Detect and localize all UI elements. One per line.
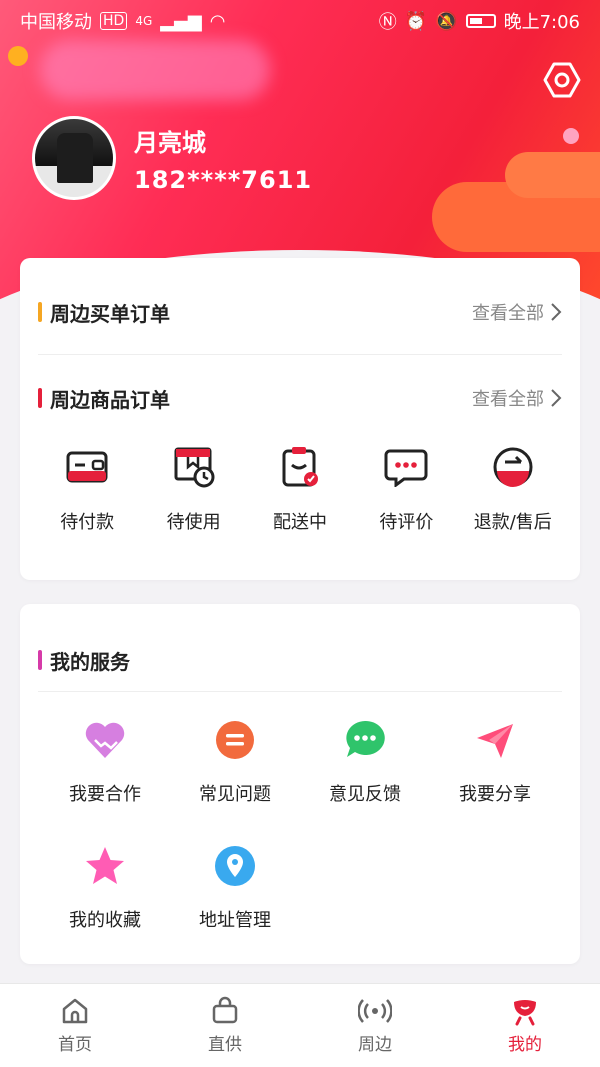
view-all-link[interactable]: 查看全部 [472,385,562,411]
refund-icon [493,447,533,487]
nearby-purchase-orders-row[interactable]: 周边买单订单 查看全部 [38,292,562,332]
service-label: 我要合作 [69,784,141,805]
user-name: 月亮城 [134,128,206,157]
faq-icon [216,721,254,759]
wallet-icon [66,451,108,483]
user-phone: 182****7611 [134,165,313,194]
service-label: 地址管理 [199,910,271,931]
order-in-delivery[interactable]: 配送中 [250,444,350,534]
nearby-goods-orders-row[interactable]: 周边商品订单 查看全部 [38,378,562,418]
carrier-label: 中国移动 [20,12,92,33]
signal-bars-icon: ▂▄▆ [160,10,202,32]
order-label: 待付款 [60,512,115,533]
clock-time: 晚上7:06 [503,12,580,33]
order-to-review[interactable]: 待评价 [356,444,456,534]
nav-nearby[interactable]: 周边 [300,984,450,1067]
order-label: 配送中 [272,512,327,533]
section-title: 周边买单订单 [50,301,170,326]
decor-dot [563,128,579,144]
nav-direct-supply[interactable]: 直供 [150,984,300,1067]
divider [38,354,562,355]
bag-icon [212,996,238,1024]
service-cooperate[interactable]: 我要合作 [40,716,170,806]
bottom-navigation: 首页 直供 周边 我的 [0,983,600,1067]
service-label: 我的收藏 [69,910,141,931]
order-label: 待评价 [379,512,434,533]
alarm-icon: ⏰ [404,10,428,32]
services-grid: 我要合作 常见问题 意见反馈 我要分享 我的收藏 地址管理 [40,716,560,932]
star-icon [86,847,124,884]
home-icon [62,998,88,1024]
view-all-link[interactable]: 查看全部 [472,299,562,325]
gear-icon [543,62,581,98]
decor-dot [8,46,28,66]
view-all-label: 查看全部 [472,389,544,410]
package-clock-icon [174,447,215,488]
service-faq[interactable]: 常见问题 [170,716,300,806]
location-icon [215,846,255,886]
nfc-icon: Ⓝ [378,12,397,33]
decor-blob [505,152,600,198]
network-label: 4G [135,14,153,28]
services-card: 我的服务 我要合作 常见问题 意见反馈 我要分享 我的收藏 地址管理 [20,604,580,964]
section-title: 周边商品订单 [50,387,170,412]
user-profile[interactable]: 月亮城 182****7611 [32,116,312,200]
order-label: 待使用 [166,512,221,533]
nav-label: 直供 [208,1035,242,1055]
hd-badge: HD [100,12,128,30]
divider [38,691,562,692]
mine-icon [514,1000,536,1026]
battery-icon [465,14,496,28]
service-address[interactable]: 地址管理 [170,842,300,932]
mute-icon: 🔕 [435,10,458,32]
order-to-use[interactable]: 待使用 [144,444,244,534]
order-label: 退款/售后 [473,512,552,533]
signal-icon [358,999,392,1023]
service-label: 常见问题 [199,784,271,805]
wifi-icon: ◠ [209,10,226,32]
handshake-icon [85,722,125,758]
chat-bubble-icon [384,449,428,487]
status-bar: 中国移动 HD 4G ▂▄▆ ◠ Ⓝ ⏰ 🔕 晚上7:06 [0,0,600,42]
nav-label: 周边 [358,1035,392,1055]
avatar[interactable] [32,116,116,200]
settings-button[interactable] [540,58,584,102]
section-accent-bar [38,650,42,670]
section-accent-bar [38,302,42,322]
service-label: 意见反馈 [329,784,401,805]
nav-label: 首页 [58,1035,92,1055]
order-status-row: 待付款 待使用 配送中 待评价 退款/售后 [20,444,580,534]
decor-blob [40,40,270,100]
service-share[interactable]: 我要分享 [430,716,560,806]
nav-home[interactable]: 首页 [0,984,150,1067]
chevron-right-icon [551,303,562,321]
service-feedback[interactable]: 意见反馈 [300,716,430,806]
order-pending-payment[interactable]: 待付款 [37,444,137,534]
view-all-label: 查看全部 [472,303,544,324]
section-title: 我的服务 [50,649,130,674]
section-accent-bar [38,388,42,408]
feedback-icon [346,720,385,757]
delivery-clipboard-icon [282,447,318,487]
order-refund[interactable]: 退款/售后 [463,444,563,534]
service-favorites[interactable]: 我的收藏 [40,842,170,932]
orders-card: 周边买单订单 查看全部 周边商品订单 查看全部 待付款 待使用 配送中 待评价 … [20,258,580,580]
nav-label: 我的 [508,1035,542,1055]
services-header: 我的服务 [38,640,562,680]
share-icon [477,724,513,758]
chevron-right-icon [551,389,562,407]
service-label: 我要分享 [459,784,531,805]
nav-mine[interactable]: 我的 [450,984,600,1067]
